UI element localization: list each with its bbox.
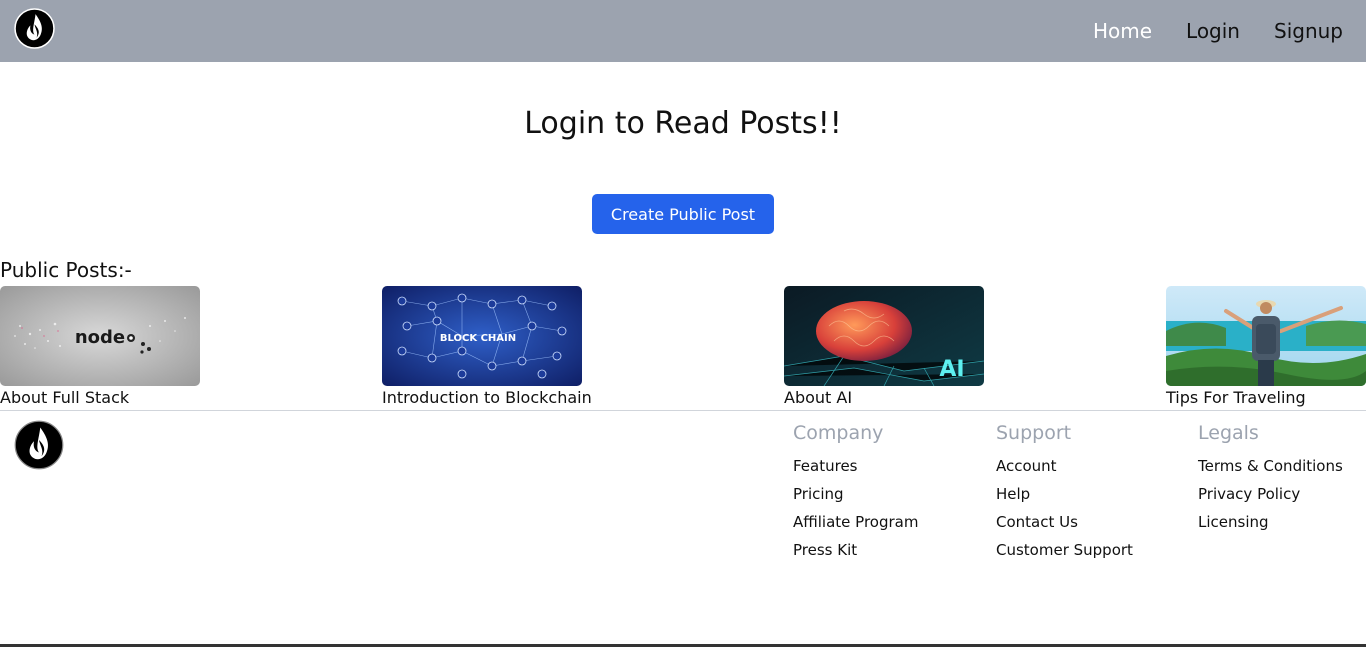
public-posts-heading: Public Posts:- — [0, 258, 132, 282]
post-thumbnail-text: BLOCK CHAIN — [440, 333, 516, 344]
post-title[interactable]: Introduction to Blockchain — [382, 388, 622, 407]
footer-link-terms-conditions[interactable]: Terms & Conditions — [1198, 456, 1343, 484]
post-thumbnail-text: AI — [939, 357, 964, 382]
post-title[interactable]: Tips For Traveling — [1166, 388, 1366, 407]
footer-link-contact-us[interactable]: Contact Us — [996, 512, 1133, 540]
footer-divider — [0, 410, 1366, 411]
footer-link-help[interactable]: Help — [996, 484, 1133, 512]
nav-links: Home Login Signup — [1093, 0, 1343, 62]
nav-login-link[interactable]: Login — [1186, 19, 1240, 43]
footer-link-features[interactable]: Features — [793, 456, 918, 484]
footer-link-customer-support[interactable]: Customer Support — [996, 540, 1133, 568]
post-title[interactable]: About Full Stack — [0, 388, 240, 407]
footer-link-licensing[interactable]: Licensing — [1198, 512, 1343, 540]
post-thumbnail-nodejs[interactable]: node — [0, 286, 200, 386]
post-thumbnail-blockchain[interactable]: BLOCK CHAIN — [382, 286, 582, 386]
post-card-ai[interactable]: AI About AI — [784, 286, 1024, 407]
post-card-blockchain[interactable]: BLOCK CHAIN Introduction to Blockchain — [382, 286, 622, 407]
footer-link-press-kit[interactable]: Press Kit — [793, 540, 918, 568]
footer-column-legals: Legals Terms & Conditions Privacy Policy… — [1198, 422, 1343, 540]
footer-heading: Company — [793, 422, 884, 444]
post-thumbnail-text: node — [75, 327, 125, 348]
post-thumbnail-traveler[interactable] — [1166, 286, 1366, 386]
footer-link-affiliate-program[interactable]: Affiliate Program — [793, 512, 918, 540]
footer-link-pricing[interactable]: Pricing — [793, 484, 918, 512]
footer-heading: Legals — [1198, 422, 1259, 444]
footer-column-support: Support Account Help Contact Us Customer… — [996, 422, 1133, 568]
footer-column-company: Company Features Pricing Affiliate Progr… — [793, 422, 918, 568]
flame-logo-icon[interactable] — [14, 8, 55, 49]
post-card-traveling[interactable]: Tips For Traveling — [1166, 286, 1366, 407]
post-thumbnail-ai-brain[interactable]: AI — [784, 286, 984, 386]
nav-home-link[interactable]: Home — [1093, 19, 1152, 43]
footer-link-account[interactable]: Account — [996, 456, 1133, 484]
post-card-full-stack[interactable]: node About Full Stack — [0, 286, 240, 407]
nav-signup-link[interactable]: Signup — [1274, 19, 1343, 43]
post-title[interactable]: About AI — [784, 388, 1024, 407]
create-public-post-button[interactable]: Create Public Post — [592, 194, 774, 234]
footer-flame-logo-icon[interactable] — [14, 420, 64, 470]
footer-link-privacy-policy[interactable]: Privacy Policy — [1198, 484, 1343, 512]
page-title: Login to Read Posts!! — [524, 106, 842, 141]
navbar: Home Login Signup — [0, 0, 1366, 62]
footer-heading: Support — [996, 422, 1072, 444]
